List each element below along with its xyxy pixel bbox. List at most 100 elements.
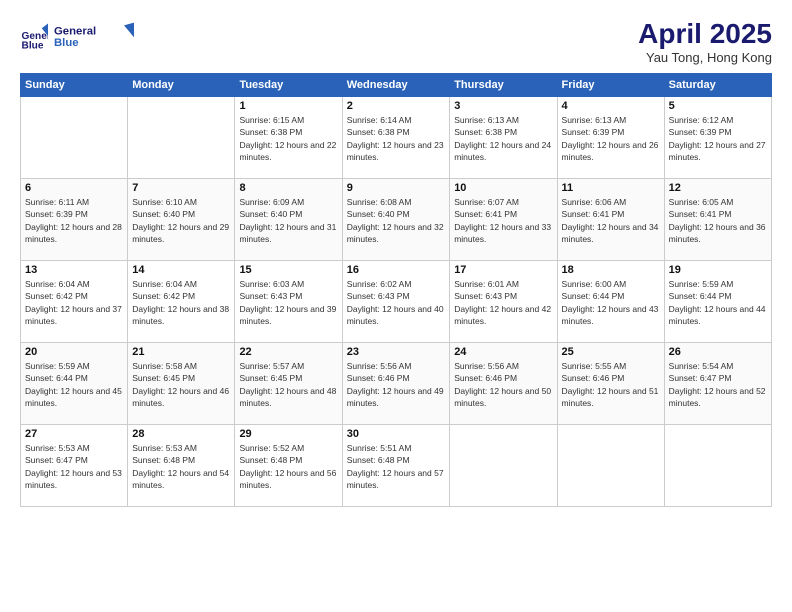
svg-text:General: General xyxy=(54,26,96,38)
day-info: Sunrise: 6:15 AM Sunset: 6:38 PM Dayligh… xyxy=(239,114,337,163)
day-number: 18 xyxy=(562,264,660,276)
svg-text:Blue: Blue xyxy=(54,37,79,49)
calendar-cell: 11 Sunrise: 6:06 AM Sunset: 6:41 PM Dayli… xyxy=(557,179,664,261)
logo: General Blue General Blue xyxy=(20,18,134,54)
calendar-cell: 15 Sunrise: 6:03 AM Sunset: 6:43 PM Dayli… xyxy=(235,261,342,343)
day-number: 9 xyxy=(347,182,445,194)
day-number: 10 xyxy=(454,182,552,194)
day-info: Sunrise: 6:14 AM Sunset: 6:38 PM Dayligh… xyxy=(347,114,445,163)
calendar-cell: 29Sunrise: 5:52 AM Sunset: 6:48 PM Dayli… xyxy=(235,425,342,507)
day-info: Sunrise: 5:59 AM Sunset: 6:44 PM Dayligh… xyxy=(669,278,767,327)
header-row: SundayMondayTuesdayWednesdayThursdayFrid… xyxy=(21,74,772,97)
day-info: Sunrise: 6:03 AM Sunset: 6:43 PM Dayligh… xyxy=(239,278,337,327)
weekday-header-tuesday: Tuesday xyxy=(235,74,342,97)
weekday-header-thursday: Thursday xyxy=(450,74,557,97)
day-number: 2 xyxy=(347,100,445,112)
day-number: 27 xyxy=(25,428,123,440)
day-info: Sunrise: 6:01 AM Sunset: 6:43 PM Dayligh… xyxy=(454,278,552,327)
day-info: Sunrise: 6:06 AM Sunset: 6:41 PM Dayligh… xyxy=(562,196,660,245)
day-info: Sunrise: 5:51 AM Sunset: 6:48 PM Dayligh… xyxy=(347,442,445,491)
day-info: Sunrise: 5:58 AM Sunset: 6:45 PM Dayligh… xyxy=(132,360,230,409)
day-number: 22 xyxy=(239,346,337,358)
calendar-cell: 4 Sunrise: 6:13 AM Sunset: 6:39 PM Daylig… xyxy=(557,97,664,179)
calendar-cell xyxy=(557,425,664,507)
calendar-cell: 27 Sunrise: 5:53 AM Sunset: 6:47 PM Dayli… xyxy=(21,425,128,507)
week-row-4: 20 Sunrise: 5:59 AM Sunset: 6:44 PM Dayli… xyxy=(21,343,772,425)
calendar-cell: 23 Sunrise: 5:56 AM Sunset: 6:46 PM Dayli… xyxy=(342,343,449,425)
day-number: 13 xyxy=(25,264,123,276)
header: General Blue General Blue April 2025 Yau… xyxy=(20,18,772,65)
calendar-table: SundayMondayTuesdayWednesdayThursdayFrid… xyxy=(20,73,772,507)
calendar-cell xyxy=(128,97,235,179)
calendar-cell: 10 Sunrise: 6:07 AM Sunset: 6:41 PM Dayli… xyxy=(450,179,557,261)
title-block: April 2025 Yau Tong, Hong Kong xyxy=(638,18,772,65)
day-number: 16 xyxy=(347,264,445,276)
calendar-cell: 2 Sunrise: 6:14 AM Sunset: 6:38 PM Daylig… xyxy=(342,97,449,179)
day-info: Sunrise: 6:07 AM Sunset: 6:41 PM Dayligh… xyxy=(454,196,552,245)
day-info: Sunrise: 5:53 AM Sunset: 6:47 PM Dayligh… xyxy=(25,442,123,491)
calendar-cell: 22Sunrise: 5:57 AM Sunset: 6:45 PM Dayli… xyxy=(235,343,342,425)
day-info: Sunrise: 6:02 AM Sunset: 6:43 PM Dayligh… xyxy=(347,278,445,327)
weekday-header-friday: Friday xyxy=(557,74,664,97)
day-number: 19 xyxy=(669,264,767,276)
day-info: Sunrise: 5:56 AM Sunset: 6:46 PM Dayligh… xyxy=(454,360,552,409)
main-title: April 2025 xyxy=(638,18,772,50)
day-info: Sunrise: 6:04 AM Sunset: 6:42 PM Dayligh… xyxy=(25,278,123,327)
svg-text:Blue: Blue xyxy=(22,40,44,50)
day-info: Sunrise: 6:11 AM Sunset: 6:39 PM Dayligh… xyxy=(25,196,123,245)
week-row-5: 27 Sunrise: 5:53 AM Sunset: 6:47 PM Dayli… xyxy=(21,425,772,507)
day-number: 3 xyxy=(454,100,552,112)
day-info: Sunrise: 6:10 AM Sunset: 6:40 PM Dayligh… xyxy=(132,196,230,245)
day-info: Sunrise: 6:09 AM Sunset: 6:40 PM Dayligh… xyxy=(239,196,337,245)
day-number: 5 xyxy=(669,100,767,112)
week-row-3: 13 Sunrise: 6:04 AM Sunset: 6:42 PM Dayli… xyxy=(21,261,772,343)
day-info: Sunrise: 6:04 AM Sunset: 6:42 PM Dayligh… xyxy=(132,278,230,327)
calendar-cell: 6 Sunrise: 6:11 AM Sunset: 6:39 PM Daylig… xyxy=(21,179,128,261)
calendar-cell xyxy=(664,425,771,507)
day-info: Sunrise: 6:08 AM Sunset: 6:40 PM Dayligh… xyxy=(347,196,445,245)
day-number: 15 xyxy=(239,264,337,276)
weekday-header-sunday: Sunday xyxy=(21,74,128,97)
day-number: 24 xyxy=(454,346,552,358)
calendar-cell: 25Sunrise: 5:55 AM Sunset: 6:46 PM Dayli… xyxy=(557,343,664,425)
day-number: 21 xyxy=(132,346,230,358)
week-row-1: 1 Sunrise: 6:15 AM Sunset: 6:38 PM Daylig… xyxy=(21,97,772,179)
calendar-cell: 18Sunrise: 6:00 AM Sunset: 6:44 PM Dayli… xyxy=(557,261,664,343)
weekday-header-wednesday: Wednesday xyxy=(342,74,449,97)
calendar-cell: 26Sunrise: 5:54 AM Sunset: 6:47 PM Dayli… xyxy=(664,343,771,425)
calendar-cell: 17 Sunrise: 6:01 AM Sunset: 6:43 PM Dayli… xyxy=(450,261,557,343)
day-number: 6 xyxy=(25,182,123,194)
day-number: 20 xyxy=(25,346,123,358)
day-info: Sunrise: 6:13 AM Sunset: 6:38 PM Dayligh… xyxy=(454,114,552,163)
calendar-cell: 12Sunrise: 6:05 AM Sunset: 6:41 PM Dayli… xyxy=(664,179,771,261)
day-number: 7 xyxy=(132,182,230,194)
day-number: 12 xyxy=(669,182,767,194)
day-number: 14 xyxy=(132,264,230,276)
day-info: Sunrise: 5:59 AM Sunset: 6:44 PM Dayligh… xyxy=(25,360,123,409)
day-number: 17 xyxy=(454,264,552,276)
calendar-cell: 30 Sunrise: 5:51 AM Sunset: 6:48 PM Dayli… xyxy=(342,425,449,507)
calendar-cell: 24 Sunrise: 5:56 AM Sunset: 6:46 PM Dayli… xyxy=(450,343,557,425)
calendar-cell: 1 Sunrise: 6:15 AM Sunset: 6:38 PM Daylig… xyxy=(235,97,342,179)
day-number: 11 xyxy=(562,182,660,194)
calendar-cell: 16 Sunrise: 6:02 AM Sunset: 6:43 PM Dayli… xyxy=(342,261,449,343)
calendar-cell: 19 Sunrise: 5:59 AM Sunset: 6:44 PM Dayli… xyxy=(664,261,771,343)
day-info: Sunrise: 5:56 AM Sunset: 6:46 PM Dayligh… xyxy=(347,360,445,409)
day-number: 8 xyxy=(239,182,337,194)
weekday-header-saturday: Saturday xyxy=(664,74,771,97)
calendar-cell: 28Sunrise: 5:53 AM Sunset: 6:48 PM Dayli… xyxy=(128,425,235,507)
day-info: Sunrise: 5:54 AM Sunset: 6:47 PM Dayligh… xyxy=(669,360,767,409)
day-number: 4 xyxy=(562,100,660,112)
day-number: 28 xyxy=(132,428,230,440)
day-info: Sunrise: 6:13 AM Sunset: 6:39 PM Dayligh… xyxy=(562,114,660,163)
calendar-cell xyxy=(450,425,557,507)
calendar-cell: 9 Sunrise: 6:08 AM Sunset: 6:40 PM Daylig… xyxy=(342,179,449,261)
calendar-cell: 5Sunrise: 6:12 AM Sunset: 6:39 PM Daylig… xyxy=(664,97,771,179)
day-number: 30 xyxy=(347,428,445,440)
day-number: 25 xyxy=(562,346,660,358)
calendar-cell xyxy=(21,97,128,179)
calendar-cell: 7 Sunrise: 6:10 AM Sunset: 6:40 PM Daylig… xyxy=(128,179,235,261)
day-number: 23 xyxy=(347,346,445,358)
day-number: 1 xyxy=(239,100,337,112)
weekday-header-monday: Monday xyxy=(128,74,235,97)
